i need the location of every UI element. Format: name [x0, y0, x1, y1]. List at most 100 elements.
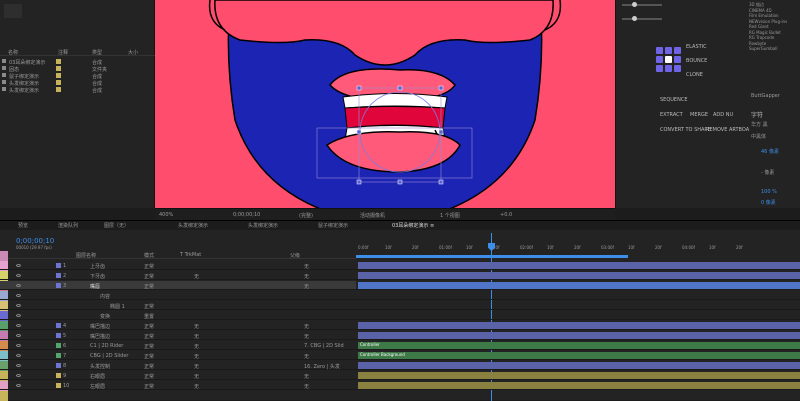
- label-color[interactable]: [56, 343, 61, 348]
- timeline-timecode[interactable]: 0;00;00;10: [16, 237, 54, 245]
- layer-parent[interactable]: 无: [304, 273, 309, 280]
- layer-row[interactable]: 1 上牙齿 正常 无: [0, 261, 356, 270]
- timeline-tab[interactable]: 预览: [18, 222, 28, 229]
- plugin-folder[interactable]: RG Trapcode: [749, 35, 774, 40]
- views-select[interactable]: 1 个视图: [440, 212, 460, 219]
- layer-trkmat[interactable]: 无: [194, 273, 199, 280]
- plugin-folder[interactable]: Red Giant: [749, 24, 769, 29]
- layer-trkmat[interactable]: 无: [194, 373, 199, 380]
- sequence-button[interactable]: SEQUENCE: [660, 97, 687, 103]
- layer-row[interactable]: 6 C1 | 2D Rider 正常 无 7. CBG | 2D Slid: [0, 341, 356, 350]
- visibility-eye-icon[interactable]: [16, 274, 21, 277]
- col-name[interactable]: 名称: [8, 49, 18, 56]
- layer-row[interactable]: 椭圆 1 正常: [0, 301, 356, 310]
- layer-name[interactable]: 变换: [100, 313, 110, 320]
- layer-row[interactable]: 10 左眼眉 正常 无 无: [0, 381, 356, 390]
- project-item[interactable]: 鼠子绑定演示 合成: [0, 72, 155, 80]
- layer-duration-bar[interactable]: [358, 362, 800, 369]
- layer-duration-bar[interactable]: [358, 372, 800, 379]
- layer-name[interactable]: 内容: [100, 293, 110, 300]
- layer-duration-bar[interactable]: [358, 262, 800, 269]
- layer-track[interactable]: [356, 271, 800, 280]
- layer-duration-bar[interactable]: [358, 272, 800, 279]
- layer-row[interactable]: 7 CBG | 2D Slider 正常 无 无: [0, 351, 356, 360]
- layer-duration-bar[interactable]: [358, 322, 800, 329]
- layer-row[interactable]: 2 下牙齿 正常 无 无: [0, 271, 356, 280]
- layer-track[interactable]: Controller: [356, 341, 800, 350]
- remove-artboard-button[interactable]: REMOVE ARTBOA: [706, 127, 749, 133]
- layer-row[interactable]: 5 嘴巴描边 正常 无 无: [0, 331, 356, 340]
- layer-mode[interactable]: 正常: [144, 273, 154, 280]
- layer-name[interactable]: CBG | 2D Slider: [90, 353, 128, 359]
- layer-track[interactable]: [356, 291, 800, 300]
- layer-row[interactable]: 4 嘴巴描边 正常 无 无: [0, 321, 356, 330]
- plugin-folder[interactable]: NEWvision Plug-ins: [749, 19, 787, 24]
- layer-row[interactable]: 内容: [0, 291, 356, 300]
- label-color[interactable]: [56, 363, 61, 368]
- visibility-eye-icon[interactable]: [16, 294, 21, 297]
- layer-track[interactable]: [356, 261, 800, 270]
- label-color[interactable]: [56, 263, 61, 268]
- layer-parent[interactable]: 无: [304, 353, 309, 360]
- zoom-select[interactable]: 400%: [159, 212, 173, 218]
- visibility-eye-icon[interactable]: [16, 284, 21, 287]
- project-item[interactable]: 头发绑定演示 合成: [0, 79, 155, 87]
- work-area-bar[interactable]: [356, 255, 628, 258]
- convert-to-shape-button[interactable]: CONVERT TO SHAPE: [660, 127, 711, 133]
- plugin-folder[interactable]: Film Emulation: [749, 13, 779, 18]
- layer-mode[interactable]: 重置: [144, 313, 154, 320]
- layer-name[interactable]: 嘴唇: [90, 283, 100, 290]
- layer-mode[interactable]: 正常: [144, 373, 154, 380]
- merge-button[interactable]: MERGE: [690, 112, 708, 118]
- layer-track[interactable]: [356, 281, 800, 290]
- extract-button[interactable]: EXTRACT: [660, 112, 683, 118]
- label-color[interactable]: [56, 323, 61, 328]
- visibility-eye-icon[interactable]: [16, 324, 21, 327]
- layer-name[interactable]: C1 | 2D Rider: [90, 343, 123, 349]
- layer-mode[interactable]: 正常: [144, 383, 154, 390]
- exposure-value[interactable]: +0.0: [500, 212, 512, 218]
- layer-mode[interactable]: 正常: [144, 263, 154, 270]
- slider-knob[interactable]: [632, 16, 637, 21]
- layer-track[interactable]: [356, 361, 800, 370]
- layer-duration-bar[interactable]: Controller Background: [358, 352, 800, 359]
- layer-trkmat[interactable]: 无: [194, 383, 199, 390]
- layer-parent[interactable]: 无: [304, 263, 309, 270]
- layer-name[interactable]: 头发控制: [90, 363, 110, 370]
- timeline-tab[interactable]: 头发绑定演示: [178, 222, 208, 229]
- layer-duration-bar[interactable]: Controller: [358, 342, 800, 349]
- plugin-folder[interactable]: SuperGumball: [749, 46, 777, 51]
- visibility-eye-icon[interactable]: [16, 384, 21, 387]
- font-style[interactable]: 中黑体: [751, 133, 766, 140]
- label-color[interactable]: [56, 333, 61, 338]
- layer-track[interactable]: [356, 381, 800, 390]
- visibility-eye-icon[interactable]: [16, 314, 21, 317]
- visibility-eye-icon[interactable]: [16, 334, 21, 337]
- slider-knob[interactable]: [632, 2, 637, 7]
- layer-mode[interactable]: 正常: [144, 323, 154, 330]
- layer-row[interactable]: 9 右眼眉 正常 无 无: [0, 371, 356, 380]
- timeline-tab[interactable]: 03耳朵绑定演示 ≡: [392, 222, 434, 229]
- font-size[interactable]: 46 像素: [761, 148, 779, 155]
- resolution-select[interactable]: (完整): [299, 212, 313, 219]
- col-type[interactable]: 类型: [92, 49, 102, 56]
- layer-trkmat[interactable]: 无: [194, 333, 199, 340]
- layer-track[interactable]: [356, 371, 800, 380]
- label-color[interactable]: [56, 273, 61, 278]
- leading-unit[interactable]: - 像素: [761, 169, 774, 176]
- layer-track[interactable]: Controller Background: [356, 351, 800, 360]
- visibility-eye-icon[interactable]: [16, 264, 21, 267]
- layer-mode[interactable]: 正常: [144, 333, 154, 340]
- layer-trkmat[interactable]: 无: [194, 343, 199, 350]
- layer-name[interactable]: 右眼眉: [90, 373, 105, 380]
- viewer-timecode[interactable]: 0;00;00;10: [233, 212, 260, 218]
- label-color[interactable]: [56, 373, 61, 378]
- layer-name[interactable]: 嘴巴描边: [90, 323, 110, 330]
- layer-name[interactable]: 左眼眉: [90, 383, 105, 390]
- layer-parent[interactable]: 16. Zero | 头发: [304, 363, 340, 370]
- visibility-eye-icon[interactable]: [16, 364, 21, 367]
- timeline-tab[interactable]: 头发绑定演示: [248, 222, 278, 229]
- layer-track[interactable]: [356, 321, 800, 330]
- layer-parent[interactable]: 无: [304, 323, 309, 330]
- layer-trkmat[interactable]: 无: [194, 363, 199, 370]
